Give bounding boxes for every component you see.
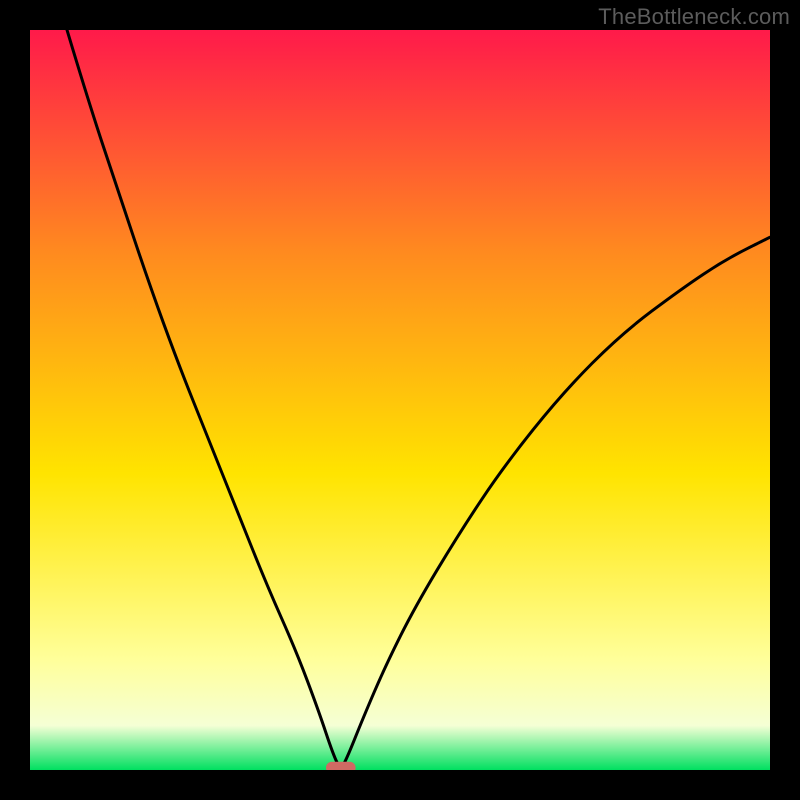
watermark: TheBottleneck.com [598, 4, 790, 30]
minimum-marker [326, 762, 356, 770]
gradient-background [30, 30, 770, 770]
plot-area [30, 30, 770, 770]
outer-frame: TheBottleneck.com [0, 0, 800, 800]
chart-svg [30, 30, 770, 770]
